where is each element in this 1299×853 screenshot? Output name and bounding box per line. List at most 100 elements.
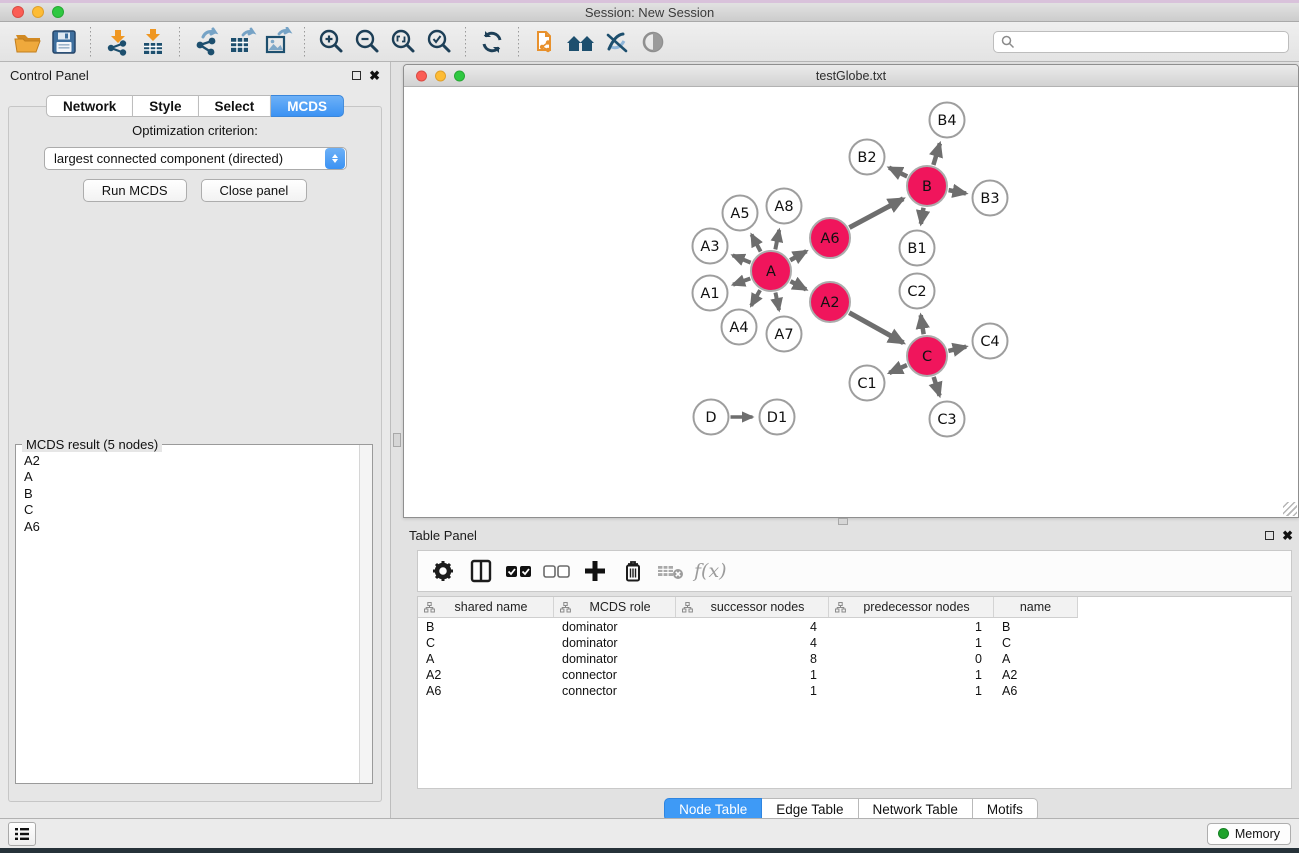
result-scrollbar[interactable] xyxy=(359,445,372,783)
edge-A-A3[interactable] xyxy=(733,255,751,262)
column-header-name[interactable]: name xyxy=(994,597,1078,617)
column-header-predecessor-nodes[interactable]: predecessor nodes xyxy=(829,597,994,617)
node-table[interactable]: shared nameMCDS rolesuccessor nodesprede… xyxy=(417,596,1292,789)
edge-C-C2[interactable] xyxy=(921,315,924,334)
table-row[interactable]: Cdominator41C xyxy=(418,635,1291,651)
edge-C-C1[interactable] xyxy=(889,365,907,373)
table-cell[interactable]: B xyxy=(994,620,1078,634)
close-panel-button[interactable]: Close panel xyxy=(201,179,308,202)
table-row[interactable]: Bdominator41B xyxy=(418,619,1291,635)
node-A[interactable]: A xyxy=(751,251,791,291)
table-cell[interactable]: 4 xyxy=(676,620,829,634)
show-all-columns-button[interactable] xyxy=(502,554,536,588)
table-cell[interactable]: 4 xyxy=(676,636,829,650)
float-table-panel-icon[interactable] xyxy=(1265,531,1274,540)
node-A8[interactable]: A8 xyxy=(767,189,802,224)
table-cell[interactable]: 1 xyxy=(829,684,994,698)
node-B2[interactable]: B2 xyxy=(850,140,885,175)
edge-A-A8[interactable] xyxy=(775,230,779,249)
node-A4[interactable]: A4 xyxy=(722,310,757,345)
result-item[interactable]: A xyxy=(24,469,359,485)
node-D1[interactable]: D1 xyxy=(760,400,795,435)
close-table-panel-icon[interactable]: ✖ xyxy=(1282,529,1293,542)
zoom-selected-button[interactable] xyxy=(421,25,457,59)
import-table-button[interactable] xyxy=(135,25,171,59)
import-network-button[interactable] xyxy=(99,25,135,59)
node-C1[interactable]: C1 xyxy=(850,366,885,401)
delete-row-button[interactable] xyxy=(616,554,650,588)
hide-details-button[interactable] xyxy=(599,25,635,59)
column-header-shared-name[interactable]: shared name xyxy=(418,597,554,617)
edge-B-B2[interactable] xyxy=(889,168,907,177)
export-network-button[interactable] xyxy=(188,25,224,59)
run-mcds-button[interactable]: Run MCDS xyxy=(83,179,187,202)
minimize-network-window-button[interactable] xyxy=(435,70,446,81)
zoom-network-window-button[interactable] xyxy=(454,70,465,81)
table-row[interactable]: A2connector11A2 xyxy=(418,667,1291,683)
result-item[interactable]: B xyxy=(24,486,359,502)
node-C4[interactable]: C4 xyxy=(973,324,1008,359)
edge-A-A7[interactable] xyxy=(775,293,779,310)
edge-B-B1[interactable] xyxy=(921,208,924,224)
show-details-button[interactable] xyxy=(635,25,671,59)
table-cell[interactable]: A xyxy=(994,652,1078,666)
node-B3[interactable]: B3 xyxy=(973,181,1008,216)
result-item[interactable]: A2 xyxy=(24,453,359,469)
result-item[interactable]: A6 xyxy=(24,519,359,535)
panel-splitter-grip[interactable] xyxy=(393,433,401,447)
table-cell[interactable]: C xyxy=(418,636,554,650)
zoom-window-button[interactable] xyxy=(52,6,64,18)
node-B[interactable]: B xyxy=(907,166,947,206)
edge-A-A5[interactable] xyxy=(752,235,761,252)
node-C3[interactable]: C3 xyxy=(930,402,965,437)
table-row[interactable]: A6connector11A6 xyxy=(418,683,1291,699)
close-network-window-button[interactable] xyxy=(416,70,427,81)
refresh-layout-button[interactable] xyxy=(474,25,510,59)
table-cell[interactable]: 1 xyxy=(676,684,829,698)
table-cell[interactable]: dominator xyxy=(554,620,676,634)
new-network-view-button[interactable] xyxy=(527,25,563,59)
node-C2[interactable]: C2 xyxy=(900,274,935,309)
table-cell[interactable]: A6 xyxy=(994,684,1078,698)
export-image-button[interactable] xyxy=(260,25,296,59)
save-session-button[interactable] xyxy=(46,25,82,59)
hide-all-columns-button[interactable] xyxy=(540,554,574,588)
search-input[interactable] xyxy=(993,31,1289,53)
edge-B-B3[interactable] xyxy=(949,190,966,193)
edge-B-B4[interactable] xyxy=(933,143,940,164)
edge-A-A6[interactable] xyxy=(790,251,806,260)
table-cell[interactable]: 1 xyxy=(829,636,994,650)
edge-A-A1[interactable] xyxy=(733,278,750,284)
network-canvas[interactable]: B4B2BB3A8A5A6A3B1AC2A1A2A4A7C4CC1C3DD1 xyxy=(404,87,1298,517)
table-cell[interactable]: 0 xyxy=(829,652,994,666)
node-A2[interactable]: A2 xyxy=(810,282,850,322)
edge-C-C3[interactable] xyxy=(934,377,940,396)
table-cell[interactable]: C xyxy=(994,636,1078,650)
welcome-screen-button[interactable] xyxy=(563,25,599,59)
edge-C-C4[interactable] xyxy=(948,347,966,351)
node-B1[interactable]: B1 xyxy=(900,231,935,266)
edge-A-A4[interactable] xyxy=(751,290,760,306)
table-cell[interactable]: 1 xyxy=(829,620,994,634)
node-A3[interactable]: A3 xyxy=(693,229,728,264)
table-cell[interactable]: connector xyxy=(554,684,676,698)
node-A1[interactable]: A1 xyxy=(693,276,728,311)
node-A7[interactable]: A7 xyxy=(767,317,802,352)
memory-button[interactable]: Memory xyxy=(1207,823,1291,845)
zoom-in-button[interactable] xyxy=(313,25,349,59)
criterion-select[interactable]: largest connected component (directed) xyxy=(44,147,347,170)
table-row[interactable]: Adominator80A xyxy=(418,651,1291,667)
float-panel-icon[interactable] xyxy=(352,71,361,80)
mcds-result-list[interactable]: A2ABCA6 xyxy=(16,448,359,783)
function-builder-button[interactable]: f(x) xyxy=(692,560,727,582)
select-columns-button[interactable] xyxy=(464,554,498,588)
open-session-button[interactable] xyxy=(10,25,46,59)
task-history-button[interactable] xyxy=(8,822,36,846)
table-cell[interactable]: dominator xyxy=(554,652,676,666)
close-window-button[interactable] xyxy=(12,6,24,18)
zoom-fit-button[interactable] xyxy=(385,25,421,59)
table-cell[interactable]: connector xyxy=(554,668,676,682)
zoom-out-button[interactable] xyxy=(349,25,385,59)
table-settings-button[interactable] xyxy=(426,554,460,588)
edge-A-A2[interactable] xyxy=(790,281,806,289)
